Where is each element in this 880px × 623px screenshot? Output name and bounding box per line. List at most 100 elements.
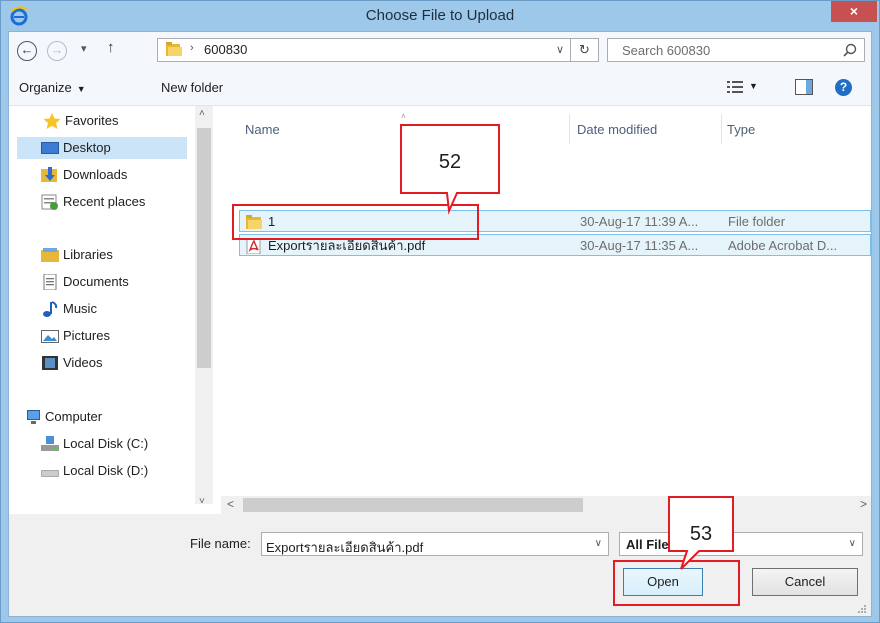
nav-videos[interactable]: Videos	[17, 352, 187, 374]
nav-documents[interactable]: Documents	[17, 271, 187, 293]
search-input[interactable]: Search 600830	[607, 38, 865, 62]
column-divider[interactable]	[721, 114, 722, 144]
change-view-icon[interactable]	[727, 80, 743, 94]
star-icon	[43, 113, 61, 129]
scroll-down-arrow-icon[interactable]: ˅	[199, 496, 205, 507]
new-folder-button[interactable]: New folder	[161, 80, 223, 95]
close-button[interactable]: ×	[831, 1, 877, 22]
nav-local-disk-c-label: Local Disk (C:)	[63, 436, 149, 451]
nav-downloads-label: Downloads	[63, 167, 128, 182]
sort-ascending-icon: ˄	[401, 112, 406, 121]
nav-computer-label: Computer	[45, 409, 103, 424]
nav-libraries-label: Libraries	[63, 247, 113, 262]
nav-desktop[interactable]: Desktop	[17, 137, 187, 159]
annotation-callout-53: 53	[689, 523, 713, 545]
nav-pictures-label: Pictures	[63, 328, 110, 343]
scroll-right-arrow-icon[interactable]: >	[860, 497, 867, 511]
nav-local-disk-c[interactable]: Local Disk (C:)	[17, 433, 187, 455]
nav-music-label: Music	[63, 301, 97, 316]
view-options-dropdown[interactable]: ▼	[749, 81, 758, 91]
horizontal-scrollbar[interactable]: < >	[221, 496, 871, 514]
nav-recent-places-label: Recent places	[63, 194, 146, 209]
file-name-label: File name:	[190, 536, 251, 551]
column-header-type[interactable]: Type	[727, 122, 755, 137]
computer-icon	[27, 410, 40, 424]
caret-down-icon: ▼	[76, 84, 86, 94]
system-drive-icon	[41, 436, 59, 451]
window-title: Choose File to Upload	[365, 7, 515, 24]
nav-local-disk-d[interactable]: Local Disk (D:)	[17, 460, 187, 482]
file-date-modified: 30-Aug-17 11:35 A...	[580, 238, 699, 253]
preview-pane-icon[interactable]	[795, 79, 813, 95]
help-icon[interactable]: ?	[835, 79, 852, 96]
command-bar: Organize ▼ New folder ▼ ?	[9, 70, 871, 106]
nav-recent-places[interactable]: Recent places	[17, 191, 187, 213]
file-name-combobox[interactable]: Exportรายละเอียดสินค้า.pdf ∨	[261, 532, 609, 556]
music-icon	[43, 301, 58, 317]
title-bar[interactable]: Choose File to Upload ×	[1, 1, 879, 31]
nav-music[interactable]: Music	[17, 298, 187, 320]
navigation-scrollbar[interactable]: ˄	[195, 106, 213, 504]
nav-downloads[interactable]: Downloads	[17, 164, 187, 186]
documents-icon	[43, 274, 57, 290]
drive-icon	[41, 470, 59, 477]
file-dialog-window: Choose File to Upload × ← → ▾ ↑ › 600830…	[0, 0, 880, 623]
forward-arrow-icon: →	[50, 42, 64, 57]
file-list: ˄ Name Date modified Type 1 30-Aug-17 11…	[213, 106, 871, 504]
file-date-modified: 30-Aug-17 11:39 A...	[580, 214, 699, 229]
back-arrow-icon: ←	[20, 42, 34, 57]
column-header-name[interactable]: Name	[245, 122, 280, 137]
navigation-pane: Favorites Desktop Downloads Recent place…	[9, 106, 207, 504]
horizontal-scroll-thumb[interactable]	[243, 498, 583, 512]
recent-locations-dropdown[interactable]: ▾	[81, 42, 87, 55]
nav-favorites[interactable]: Favorites	[17, 110, 187, 132]
refresh-button[interactable]: ↻	[571, 38, 599, 62]
breadcrumb-separator: ›	[190, 42, 194, 54]
chevron-down-icon[interactable]: ∨	[595, 538, 602, 549]
nav-videos-label: Videos	[63, 355, 103, 370]
downloads-icon	[41, 167, 57, 182]
file-type-select[interactable]: All Files ∨	[619, 532, 863, 556]
file-type: Adobe Acrobat D...	[728, 238, 838, 253]
address-bar[interactable]: › 600830 ∨	[157, 38, 571, 62]
organize-label: Organize	[19, 80, 72, 95]
column-header-date-modified[interactable]: Date modified	[577, 122, 657, 137]
nav-computer[interactable]: Computer	[17, 406, 187, 428]
dialog-body: ← → ▾ ↑ › 600830 ∨ ↻ Search 600830 Organ…	[8, 31, 872, 617]
cancel-button[interactable]: Cancel	[752, 568, 858, 596]
search-icon[interactable]	[842, 42, 858, 58]
address-row: ← → ▾ ↑ › 600830 ∨ ↻ Search 600830	[9, 32, 871, 70]
chevron-down-icon[interactable]: ∨	[556, 43, 564, 56]
recent-places-icon	[41, 194, 58, 210]
resize-grip-icon[interactable]	[857, 604, 867, 614]
close-icon: ×	[849, 3, 859, 19]
column-divider[interactable]	[569, 114, 570, 144]
desktop-icon	[41, 142, 59, 154]
refresh-icon: ↻	[579, 42, 590, 57]
search-placeholder: Search 600830	[622, 43, 711, 58]
up-arrow-icon[interactable]: ↑	[107, 39, 115, 56]
chevron-down-icon[interactable]: ∨	[849, 538, 856, 549]
nav-local-disk-d-label: Local Disk (D:)	[63, 463, 149, 478]
breadcrumb-folder[interactable]: 600830	[204, 42, 247, 57]
nav-desktop-label: Desktop	[63, 140, 111, 155]
nav-favorites-label: Favorites	[65, 113, 119, 128]
libraries-icon	[41, 248, 59, 262]
organize-menu[interactable]: Organize ▼	[19, 80, 86, 95]
scroll-thumb[interactable]	[197, 128, 211, 368]
dialog-footer: File name: Exportรายละเอียดสินค้า.pdf ∨ …	[9, 514, 871, 616]
file-type: File folder	[728, 214, 786, 229]
back-button[interactable]: ←	[17, 41, 37, 61]
nav-documents-label: Documents	[63, 274, 129, 289]
pdf-icon	[246, 238, 261, 254]
nav-libraries[interactable]: Libraries	[17, 244, 187, 266]
forward-button[interactable]: →	[47, 41, 67, 61]
folder-icon	[166, 42, 182, 56]
pictures-icon	[41, 330, 59, 343]
scroll-up-arrow-icon[interactable]: ˄	[199, 108, 205, 119]
scroll-left-arrow-icon[interactable]: <	[227, 497, 234, 511]
file-name-value[interactable]: Exportรายละเอียดสินค้า.pdf	[266, 537, 423, 558]
nav-pictures[interactable]: Pictures	[17, 325, 187, 347]
videos-icon	[42, 356, 58, 370]
annotation-callout-52: 52	[438, 151, 462, 173]
